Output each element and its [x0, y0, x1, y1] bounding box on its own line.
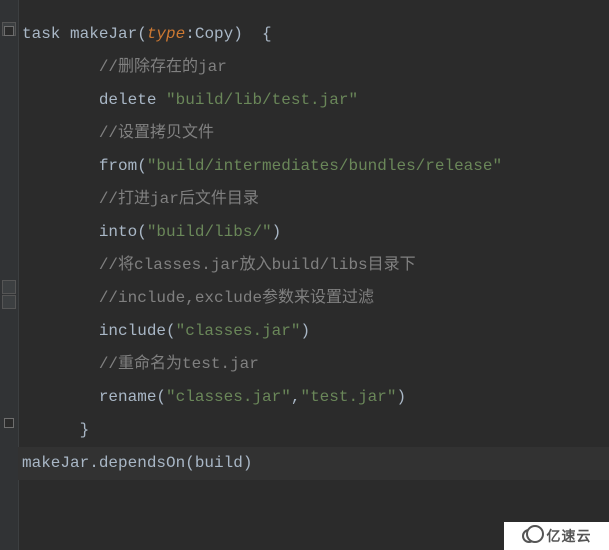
- indent: [22, 256, 99, 274]
- code-line: task makeJar(type:Copy) {: [22, 18, 609, 51]
- code-comment: //打进jar后文件目录: [99, 190, 259, 208]
- code-text: from(: [99, 157, 147, 175]
- code-text: delete: [99, 91, 166, 109]
- code-line: //将classes.jar放入build/libs目录下: [22, 249, 609, 282]
- gutter-mark-icon: [2, 280, 16, 294]
- code-line: delete "build/lib/test.jar": [22, 84, 609, 117]
- code-line: include("classes.jar"): [22, 315, 609, 348]
- code-comment: //删除存在的jar: [99, 58, 227, 76]
- code-string: "classes.jar": [176, 322, 301, 340]
- code-comment: //设置拷贝文件: [99, 124, 214, 142]
- code-text: makeJar.dependsOn(build): [22, 454, 252, 472]
- indent: [22, 289, 99, 307]
- code-line: makeJar.dependsOn(build): [22, 447, 609, 480]
- code-string: "build/intermediates/bundles/release": [147, 157, 502, 175]
- watermark: 亿速云: [504, 522, 609, 550]
- indent: [22, 355, 99, 373]
- code-line: //重命名为test.jar: [22, 348, 609, 381]
- code-text: :Copy) {: [185, 25, 271, 43]
- fold-close-icon[interactable]: [4, 418, 14, 428]
- indent: [22, 157, 99, 175]
- indent: [22, 58, 99, 76]
- indent: [22, 91, 99, 109]
- code-line: //include,exclude参数来设置过滤: [22, 282, 609, 315]
- code-comment: //重命名为test.jar: [99, 355, 259, 373]
- code-text: rename(: [99, 388, 166, 406]
- code-line: into("build/libs/"): [22, 216, 609, 249]
- code-line: from("build/intermediates/bundles/releas…: [22, 150, 609, 183]
- code-string: "build/lib/test.jar": [166, 91, 358, 109]
- code-line: //设置拷贝文件: [22, 117, 609, 150]
- indent: [22, 190, 99, 208]
- code-comment: //include,exclude参数来设置过滤: [99, 289, 374, 307]
- code-keyword: type: [147, 25, 185, 43]
- code-line: }: [22, 414, 609, 447]
- code-area[interactable]: task makeJar(type:Copy) { //删除存在的jar del…: [18, 0, 609, 480]
- indent: [22, 124, 99, 142]
- indent: [22, 223, 99, 241]
- fold-open-icon[interactable]: [4, 26, 14, 36]
- cloud-icon: [522, 529, 544, 543]
- code-text: ): [300, 322, 310, 340]
- gutter-mark-icon: [2, 295, 16, 309]
- code-text: task makeJar(: [22, 25, 147, 43]
- code-line: rename("classes.jar","test.jar"): [22, 381, 609, 414]
- code-string: "classes.jar": [166, 388, 291, 406]
- watermark-text: 亿速云: [547, 520, 592, 550]
- code-text: into(: [99, 223, 147, 241]
- code-string: "build/libs/": [147, 223, 272, 241]
- code-text: ): [396, 388, 406, 406]
- code-line: //打进jar后文件目录: [22, 183, 609, 216]
- indent: [22, 388, 99, 406]
- indent: [22, 421, 80, 439]
- indent: [22, 322, 99, 340]
- code-string: "test.jar": [300, 388, 396, 406]
- code-line: //删除存在的jar: [22, 51, 609, 84]
- code-text: ): [272, 223, 282, 241]
- gutter: [0, 0, 19, 550]
- code-text: }: [80, 421, 90, 439]
- code-comment: //将classes.jar放入build/libs目录下: [99, 256, 416, 274]
- code-text: include(: [99, 322, 176, 340]
- code-editor[interactable]: task makeJar(type:Copy) { //删除存在的jar del…: [0, 0, 609, 550]
